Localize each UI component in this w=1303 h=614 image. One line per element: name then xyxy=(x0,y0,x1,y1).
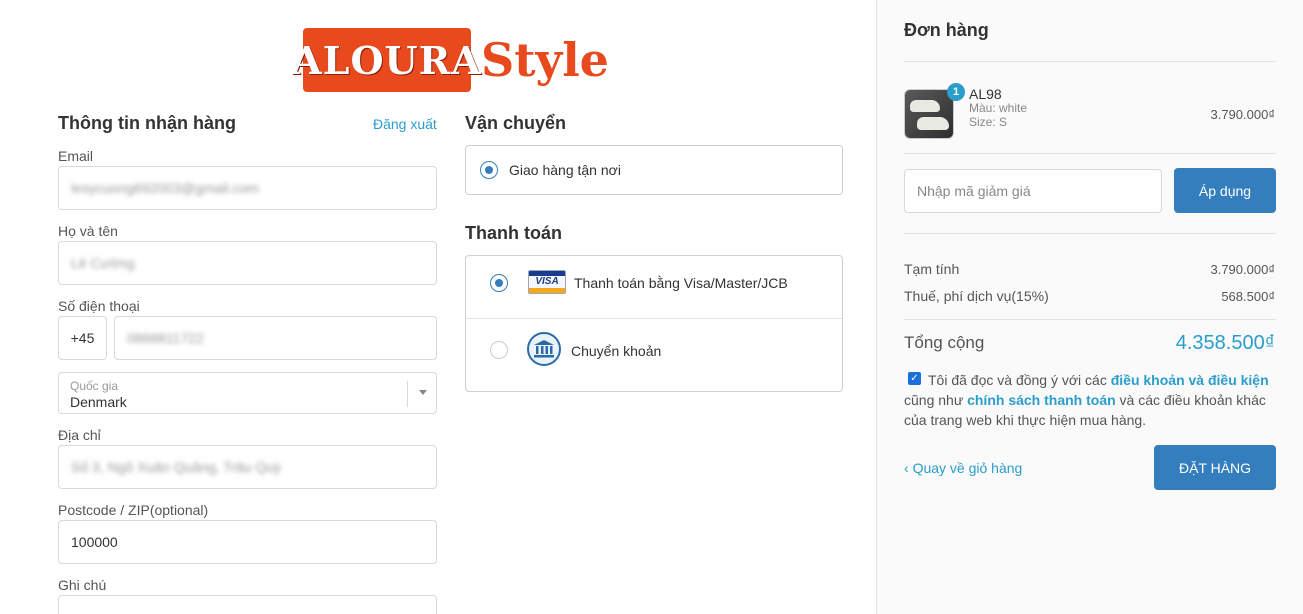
payment-option-bank[interactable]: Chuyển khoản xyxy=(466,319,842,391)
country-select[interactable]: Quốc gia Denmark xyxy=(58,372,437,414)
terms-text: Tôi đã đọc và đồng ý với các điều khoản … xyxy=(904,370,1276,430)
address-value: Số 3, Ngõ Xuân Quảng, Trâu Quỳ xyxy=(71,459,282,475)
tax-value: 568.500₫ xyxy=(1221,289,1275,304)
phone-field[interactable]: 0868811722 xyxy=(114,316,437,360)
bank-option-label: Chuyển khoản xyxy=(571,343,662,359)
product-thumbnail xyxy=(904,89,954,139)
terms-middle: cũng như xyxy=(904,392,968,408)
visa-card-icon: VISA xyxy=(528,270,566,294)
terms-link[interactable]: điều khoản và điều kiện xyxy=(1111,372,1269,388)
chevron-down-icon[interactable] xyxy=(419,390,427,395)
visa-icon-text: VISA xyxy=(535,276,559,287)
order-title: Đơn hàng xyxy=(904,20,989,40)
back-to-cart-link[interactable]: ‹ Quay về giỏ hàng xyxy=(904,460,1022,476)
note-label: Ghi chú xyxy=(58,577,107,593)
bank-radio[interactable] xyxy=(490,341,508,359)
visa-radio[interactable] xyxy=(490,274,508,292)
phone-country-code[interactable]: +45 xyxy=(58,316,107,360)
payment-title: Thanh toán xyxy=(465,223,562,243)
divider xyxy=(904,153,1276,154)
terms-prefix: Tôi đã đọc và đồng ý với các xyxy=(928,372,1111,388)
payment-methods-box: VISA Thanh toán bằng Visa/Master/JCB Chu… xyxy=(465,255,843,392)
divider xyxy=(904,233,1276,234)
name-field[interactable]: Lê Cường xyxy=(58,241,437,285)
note-field[interactable] xyxy=(58,595,437,614)
logo-box: ALOURA xyxy=(292,28,481,92)
apply-coupon-button[interactable]: Áp dụng xyxy=(1174,168,1276,213)
phone-label: Số điện thoại xyxy=(58,298,140,314)
payment-option-visa[interactable]: VISA Thanh toán bằng Visa/Master/JCB xyxy=(466,256,842,319)
place-order-button[interactable]: ĐẶT HÀNG xyxy=(1154,445,1276,490)
country-label: Quốc gia xyxy=(70,379,119,393)
chevron-left-icon: ‹ xyxy=(904,460,913,476)
subtotal-value: 3.790.000₫ xyxy=(1210,262,1275,277)
postcode-value: 100000 xyxy=(71,534,118,550)
quantity-badge: 1 xyxy=(947,83,965,101)
divider xyxy=(904,319,1276,320)
shipping-method-title: Vận chuyển xyxy=(465,113,567,133)
total-value: 4.358.500₫ xyxy=(1175,332,1275,354)
product-color: Màu: white xyxy=(969,101,1028,115)
phone-code-value: +45 xyxy=(70,330,95,346)
store-logo[interactable]: ALOURA Style xyxy=(292,28,609,92)
order-summary-sidebar: Đơn hàng 1 AL98 Màu: white Size: S 3.790… xyxy=(876,0,1303,614)
product-size: Size: S xyxy=(969,115,1008,129)
coupon-input[interactable]: Nhập mã giảm giá xyxy=(904,169,1162,213)
product-name: AL98 xyxy=(969,86,1002,102)
email-field[interactable]: lesycuong692003@gmail.com xyxy=(58,166,437,210)
subtotal-label: Tạm tính xyxy=(904,261,960,277)
address-label: Địa chỉ xyxy=(58,427,101,443)
country-value: Denmark xyxy=(70,394,127,410)
name-label: Họ và tên xyxy=(58,223,118,239)
logout-link[interactable]: Đăng xuất xyxy=(373,116,437,132)
payment-policy-link[interactable]: chính sách thanh toán xyxy=(967,392,1116,408)
postcode-field[interactable]: 100000 xyxy=(58,520,437,564)
tax-label: Thuế, phí dịch vụ(15%) xyxy=(904,288,1049,304)
divider xyxy=(904,61,1276,62)
email-value: lesycuong692003@gmail.com xyxy=(71,180,259,196)
bank-icon xyxy=(527,332,561,366)
shipping-info-title: Thông tin nhận hàng xyxy=(58,113,236,133)
shipping-option-label: Giao hàng tận nơi xyxy=(509,162,621,178)
email-label: Email xyxy=(58,148,94,164)
total-label: Tổng cộng xyxy=(904,333,985,352)
checkout-main: ALOURA Style Thông tin nhận hàng Đăng xu… xyxy=(0,0,876,614)
product-price: 3.790.000₫ xyxy=(1210,107,1275,122)
back-to-cart-label: Quay về giỏ hàng xyxy=(912,460,1023,476)
select-divider xyxy=(407,381,408,407)
shipping-radio[interactable] xyxy=(480,161,498,179)
phone-value: 0868811722 xyxy=(127,330,204,346)
name-value: Lê Cường xyxy=(71,255,135,271)
visa-option-label: Thanh toán bằng Visa/Master/JCB xyxy=(574,275,788,291)
postcode-label: Postcode / ZIP(optional) xyxy=(58,502,209,518)
address-field[interactable]: Số 3, Ngõ Xuân Quảng, Trâu Quỳ xyxy=(58,445,437,489)
shipping-method-box[interactable]: Giao hàng tận nơi xyxy=(465,145,843,195)
logo-style-text: Style xyxy=(481,33,609,87)
